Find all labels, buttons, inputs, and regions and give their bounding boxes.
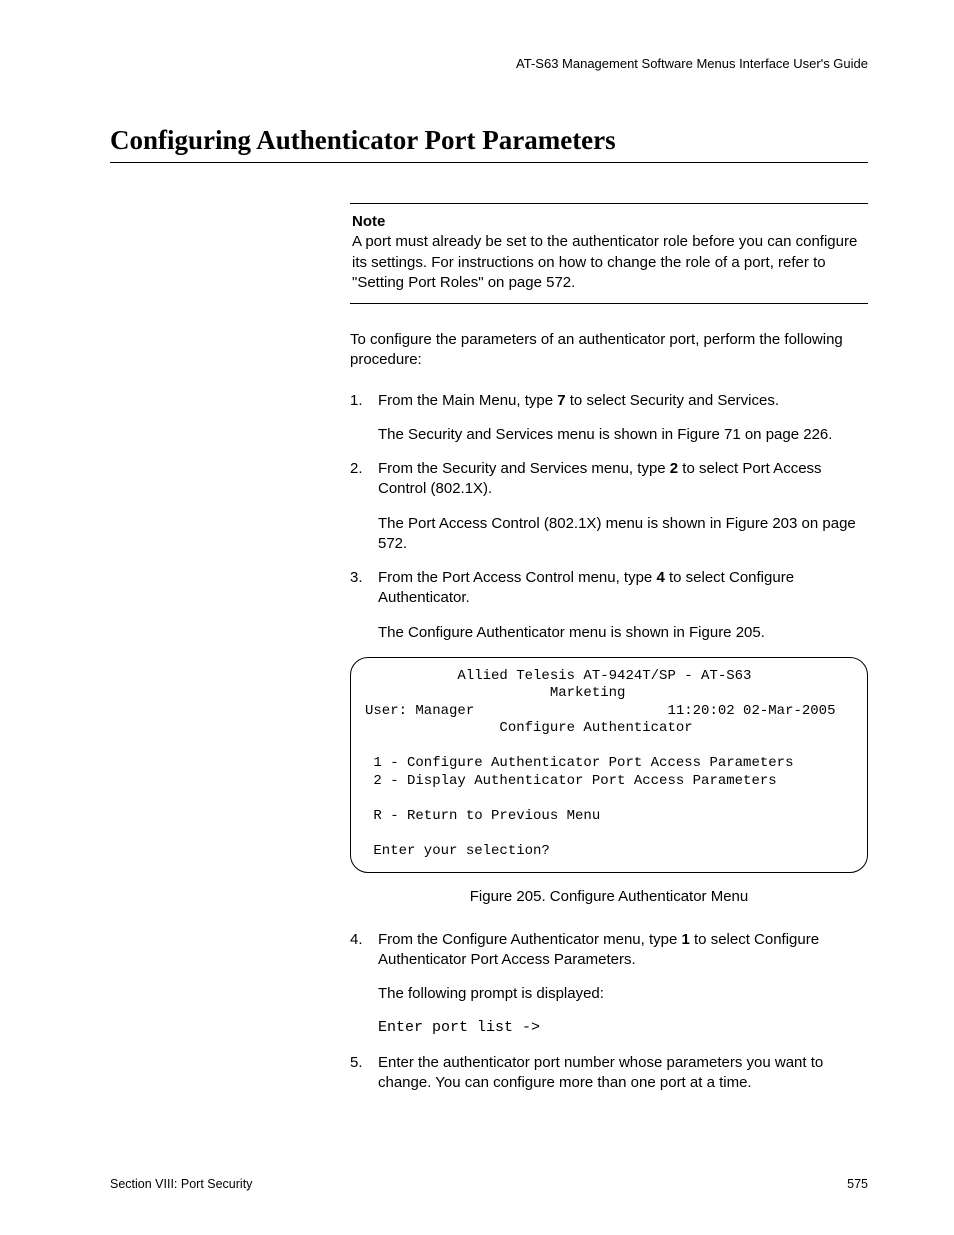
- step-2: 2. From the Security and Services menu, …: [350, 459, 868, 554]
- section-title: Configuring Authenticator Port Parameter…: [110, 125, 868, 156]
- step-body: From the Security and Services menu, typ…: [378, 459, 868, 554]
- terminal-screenshot: Allied Telesis AT-9424T/SP - AT-S63 Mark…: [350, 657, 868, 874]
- page: AT-S63 Management Software Menus Interfa…: [0, 0, 954, 1235]
- footer-page-number: 575: [847, 1177, 868, 1191]
- step-text-a: From the Main Menu, type: [378, 392, 557, 409]
- title-rule: [110, 162, 868, 163]
- step-body: From the Port Access Control menu, type …: [378, 568, 868, 643]
- step-4: 4. From the Configure Authenticator menu…: [350, 930, 868, 1039]
- step-text: Enter the authenticator port number whos…: [378, 1054, 823, 1091]
- step-sub: The Port Access Control (802.1X) menu is…: [378, 514, 868, 555]
- step-number: 2.: [350, 459, 378, 554]
- step-key: 2: [670, 460, 678, 477]
- footer-section: Section VIII: Port Security: [110, 1177, 252, 1191]
- step-number: 3.: [350, 568, 378, 643]
- step-number: 5.: [350, 1053, 378, 1094]
- step-sub: The Configure Authenticator menu is show…: [378, 623, 868, 643]
- step-body: Enter the authenticator port number whos…: [378, 1053, 868, 1094]
- note-text: A port must already be set to the authen…: [352, 232, 866, 293]
- page-footer: Section VIII: Port Security 575: [110, 1177, 868, 1191]
- step-text-a: From the Security and Services menu, typ…: [378, 460, 670, 477]
- step-key: 1: [682, 931, 690, 948]
- step-5: 5. Enter the authenticator port number w…: [350, 1053, 868, 1094]
- prompt-text: Enter port list ->: [378, 1018, 868, 1038]
- step-key: 7: [557, 392, 565, 409]
- intro-paragraph: To configure the parameters of an authen…: [350, 330, 868, 371]
- step-number: 1.: [350, 391, 378, 446]
- step-sub: The Security and Services menu is shown …: [378, 425, 868, 445]
- step-body: From the Configure Authenticator menu, t…: [378, 930, 868, 1039]
- step-key: 4: [656, 569, 664, 586]
- content-column: Note A port must already be set to the a…: [350, 203, 868, 1093]
- step-text-a: From the Port Access Control menu, type: [378, 569, 656, 586]
- note-label: Note: [352, 212, 866, 232]
- step-1: 1. From the Main Menu, type 7 to select …: [350, 391, 868, 446]
- note-box: Note A port must already be set to the a…: [350, 203, 868, 304]
- step-body: From the Main Menu, type 7 to select Sec…: [378, 391, 868, 446]
- step-number: 4.: [350, 930, 378, 1039]
- step-sub: The following prompt is displayed:: [378, 984, 868, 1004]
- figure-caption: Figure 205. Configure Authenticator Menu: [350, 887, 868, 907]
- step-3: 3. From the Port Access Control menu, ty…: [350, 568, 868, 643]
- step-text-a: From the Configure Authenticator menu, t…: [378, 931, 682, 948]
- running-head: AT-S63 Management Software Menus Interfa…: [110, 56, 868, 71]
- step-text-c: to select Security and Services.: [566, 392, 779, 409]
